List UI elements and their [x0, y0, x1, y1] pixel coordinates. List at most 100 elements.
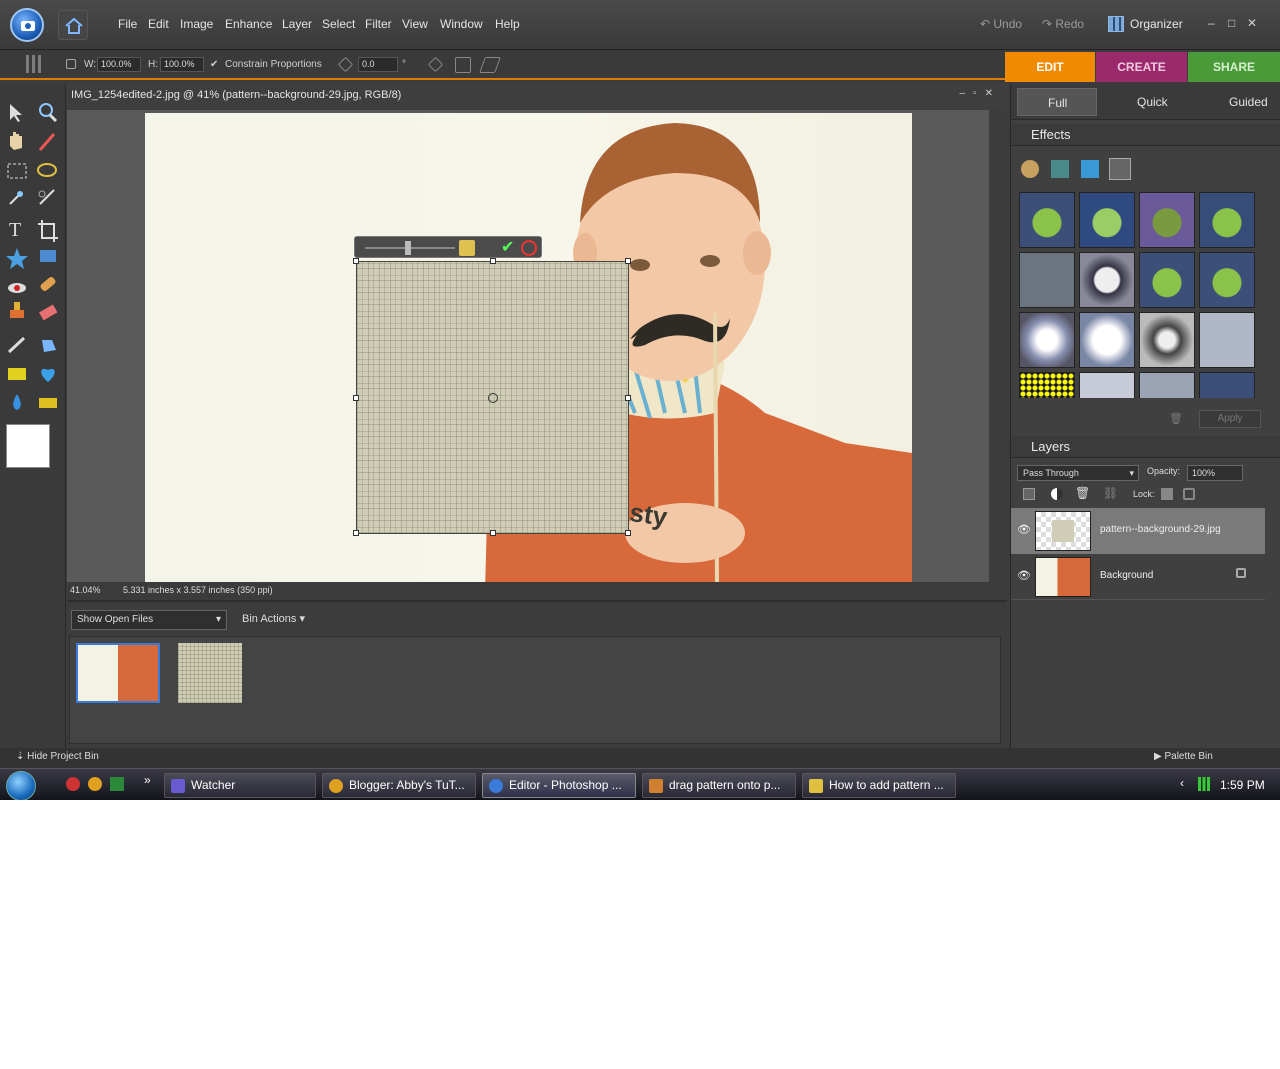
layer-row-pattern[interactable]: 👁 pattern--background-29.jpg — [1011, 508, 1265, 554]
menu-help[interactable]: Help — [495, 17, 520, 31]
layers-header[interactable]: Layers — [1011, 436, 1280, 458]
app-logo-icon[interactable] — [10, 8, 44, 42]
commit-check-icon[interactable]: ✔ — [501, 239, 519, 257]
tab-share[interactable]: SHARE — [1188, 52, 1280, 82]
new-layer-icon[interactable] — [1023, 488, 1035, 500]
menu-select[interactable]: Select — [322, 17, 355, 31]
task-photoshop[interactable]: Editor - Photoshop ... — [482, 773, 636, 798]
effect-thumbnail[interactable] — [1079, 372, 1135, 398]
photo-effects-icon[interactable] — [1081, 160, 1099, 178]
cancel-icon[interactable] — [521, 240, 537, 256]
thumbnail-photo[interactable] — [76, 643, 160, 703]
undo-button[interactable]: ↶ Undo — [980, 17, 1022, 31]
transform-handle[interactable] — [490, 258, 496, 264]
layer-styles-icon[interactable] — [1051, 160, 1069, 178]
layer-row-background[interactable]: 👁 Background — [1011, 554, 1265, 600]
effect-thumbnail[interactable] — [1199, 192, 1255, 248]
zoom-level[interactable]: 41.04% — [70, 585, 101, 595]
blend-mode-select[interactable]: Pass Through ▾ — [1017, 465, 1139, 481]
menu-window[interactable]: Window — [440, 17, 483, 31]
transform-handle[interactable] — [353, 395, 359, 401]
visibility-eye-icon[interactable]: 👁 — [1017, 523, 1031, 536]
reference-point-icon[interactable] — [66, 59, 76, 69]
foreground-color-swatch[interactable] — [6, 424, 50, 468]
transform-handle[interactable] — [490, 530, 496, 536]
fit-icon[interactable] — [459, 240, 475, 256]
effect-thumbnail[interactable] — [1079, 192, 1135, 248]
task-drag-pattern[interactable]: drag pattern onto p... — [642, 773, 796, 798]
rotate-mode-icon[interactable] — [427, 56, 444, 73]
hide-project-bin-button[interactable]: ⇣ Hide Project Bin — [16, 751, 99, 762]
effect-thumbnail[interactable] — [1139, 192, 1195, 248]
transform-handle[interactable] — [353, 530, 359, 536]
document-window-controls[interactable]: –▫✕ — [960, 88, 1002, 99]
tab-edit[interactable]: EDIT — [1005, 52, 1095, 82]
adjustment-layer-icon[interactable] — [1051, 488, 1063, 500]
lock-transparency-icon[interactable] — [1161, 488, 1173, 500]
effect-thumbnail[interactable] — [1139, 252, 1195, 308]
pattern-layer[interactable] — [353, 258, 631, 536]
apply-button[interactable]: Apply — [1199, 410, 1261, 428]
delete-layer-icon[interactable]: 🗑 — [1075, 486, 1090, 500]
tool-preset-icon[interactable] — [26, 55, 44, 73]
effect-thumbnail[interactable] — [1019, 252, 1075, 308]
lock-all-icon[interactable] — [1183, 488, 1195, 500]
effect-thumbnail[interactable] — [1079, 312, 1135, 368]
trash-icon[interactable]: 🗑 — [1169, 412, 1183, 425]
redo-button[interactable]: ↷ Redo — [1042, 17, 1084, 31]
mode-quick[interactable]: Quick — [1107, 88, 1168, 116]
menu-layer[interactable]: Layer — [282, 17, 312, 31]
tray-expand-icon[interactable]: ‹ — [1180, 776, 1184, 790]
show-open-files-dropdown[interactable]: Show Open Files ▾ — [71, 610, 227, 630]
network-icon[interactable] — [1198, 777, 1210, 791]
mode-full[interactable]: Full — [1017, 88, 1097, 116]
transform-handle[interactable] — [625, 258, 631, 264]
fx-all-icon[interactable] — [1109, 158, 1131, 180]
effect-thumbnail[interactable] — [1199, 372, 1255, 398]
effect-thumbnail[interactable] — [1019, 372, 1075, 398]
effect-thumbnail[interactable] — [1019, 312, 1075, 368]
task-how-to-add[interactable]: How to add pattern ... — [802, 773, 956, 798]
more-icon[interactable]: » — [144, 773, 151, 787]
menu-filter[interactable]: Filter — [365, 17, 392, 31]
visibility-eye-icon[interactable]: 👁 — [1017, 569, 1031, 582]
constrain-checkbox[interactable]: ✔ — [210, 59, 218, 70]
angle-field[interactable]: 0.0 — [358, 57, 398, 72]
scale-slider-thumb[interactable] — [405, 241, 411, 255]
organizer-button[interactable]: Organizer — [1104, 12, 1183, 36]
menu-enhance[interactable]: Enhance — [225, 17, 272, 31]
minimize-button[interactable]: – — [1208, 16, 1215, 30]
skew-mode-icon[interactable] — [479, 57, 501, 73]
thumbnail-pattern[interactable] — [178, 643, 242, 703]
effects-category-icons[interactable] — [1021, 158, 1131, 182]
tab-create[interactable]: CREATE — [1096, 52, 1187, 82]
mode-guided[interactable]: Guided — [1199, 88, 1268, 116]
menu-file[interactable]: File — [118, 17, 137, 31]
transform-handle[interactable] — [625, 530, 631, 536]
width-field[interactable]: 100.0% — [97, 57, 141, 72]
height-field[interactable]: 100.0% — [160, 57, 204, 72]
effects-header[interactable]: Effects — [1011, 124, 1280, 146]
start-button[interactable] — [6, 771, 36, 800]
menu-view[interactable]: View — [402, 17, 428, 31]
opacity-field[interactable]: 100% — [1187, 465, 1243, 481]
clock[interactable]: 1:59 PM — [1220, 778, 1265, 792]
canvas[interactable]: monsty ✔ — [67, 110, 989, 582]
maximize-button[interactable]: □ — [1228, 16, 1235, 30]
palette-bin-button[interactable]: ▶ Palette Bin — [1154, 751, 1213, 762]
task-blogger[interactable]: Blogger: Abby's TuT... — [322, 773, 476, 798]
effect-thumbnail[interactable] — [1139, 312, 1195, 368]
link-icon[interactable]: ⛓ — [1103, 486, 1118, 500]
effect-thumbnail[interactable] — [1199, 312, 1255, 368]
layer-name[interactable]: pattern--background-29.jpg — [1100, 524, 1221, 535]
excel-icon[interactable] — [110, 777, 124, 791]
quicklaunch-icon[interactable] — [66, 777, 80, 791]
transform-handle[interactable] — [353, 258, 359, 264]
bin-actions-menu[interactable]: Bin Actions ▾ — [242, 612, 305, 625]
transform-handle[interactable] — [625, 395, 631, 401]
layer-name[interactable]: Background — [1100, 570, 1153, 581]
filters-icon[interactable] — [1021, 160, 1039, 178]
effect-thumbnail[interactable] — [1019, 192, 1075, 248]
effect-thumbnail[interactable] — [1079, 252, 1135, 308]
scale-mode-icon[interactable] — [455, 57, 471, 73]
